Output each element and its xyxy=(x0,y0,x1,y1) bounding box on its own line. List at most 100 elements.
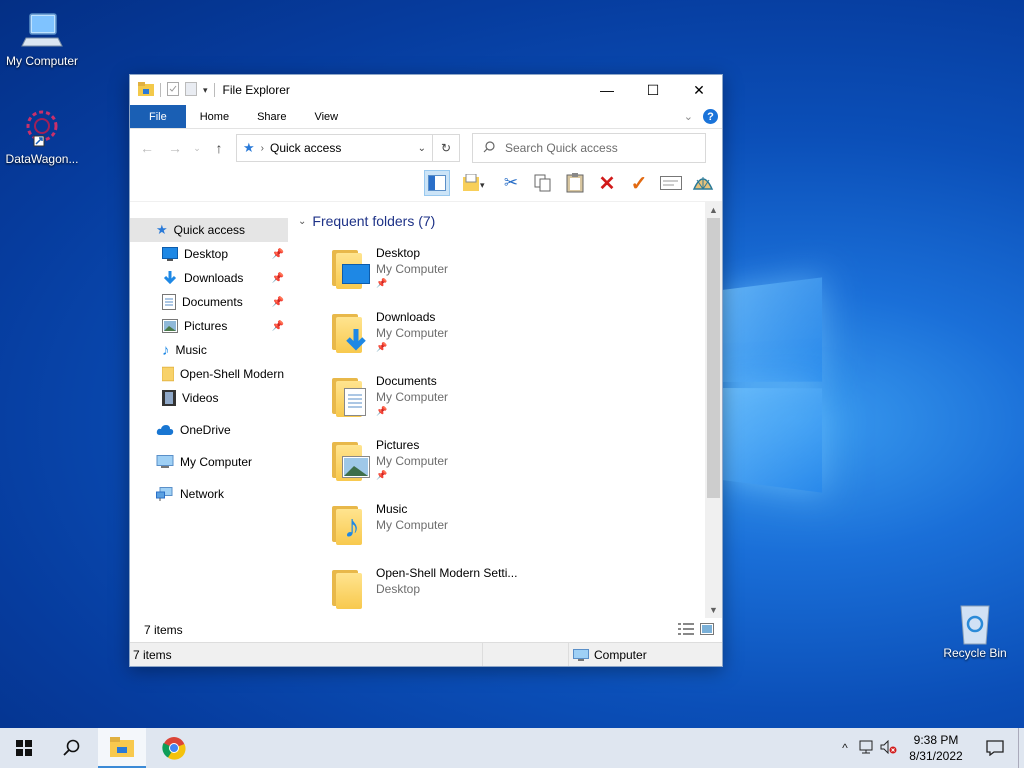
title-bar[interactable]: ▾ File Explorer — ☐ ✕ xyxy=(130,75,722,105)
scroll-up-arrow-icon[interactable]: ▲ xyxy=(705,205,722,215)
breadcrumb-location[interactable]: Quick access xyxy=(270,141,341,155)
open-shell-button[interactable] xyxy=(690,170,716,196)
properties-button[interactable] xyxy=(658,170,684,196)
desktop-icon-recycle-bin[interactable]: Recycle Bin xyxy=(933,600,1017,660)
paste-button[interactable] xyxy=(562,170,588,196)
address-dropdown-icon[interactable]: ⌄ xyxy=(418,143,426,154)
nav-item-label: Desktop xyxy=(184,247,229,261)
nav-item-documents[interactable]: Documents 📌 xyxy=(130,290,288,314)
refresh-button[interactable]: ↻ xyxy=(432,134,460,162)
search-icon xyxy=(63,739,80,756)
customize-qa-chevron-icon[interactable]: ▾ xyxy=(203,85,208,96)
nav-item-label: OneDrive xyxy=(180,423,231,437)
pictures-icon xyxy=(162,319,178,333)
expand-ribbon-chevron-icon[interactable]: ⌄ xyxy=(684,110,693,123)
properties-card-icon xyxy=(660,176,682,190)
pin-icon: 📌 xyxy=(376,278,388,288)
desktop-icon-my-computer[interactable]: My Computer xyxy=(0,8,84,68)
quick-access-star-icon: ★ xyxy=(243,140,255,155)
search-placeholder: Search Quick access xyxy=(505,141,618,155)
scrollbar-thumb[interactable] xyxy=(707,218,720,498)
search-button[interactable] xyxy=(48,728,96,768)
folder-location: Desktop xyxy=(376,582,421,596)
copy-button[interactable] xyxy=(530,170,556,196)
nav-item-onedrive[interactable]: OneDrive xyxy=(130,418,288,442)
delete-button[interactable]: ✕ xyxy=(594,170,620,196)
network-status-icon[interactable] xyxy=(856,740,878,757)
large-icons-view-icon[interactable] xyxy=(700,622,714,638)
chrome-icon xyxy=(162,737,186,760)
search-input[interactable]: Search Quick access xyxy=(472,133,706,163)
scroll-down-arrow-icon[interactable]: ▼ xyxy=(705,605,722,615)
pin-icon: 📌 xyxy=(271,272,284,284)
show-hidden-icons-chevron-icon[interactable]: ^ xyxy=(834,741,856,755)
clipboard-icon xyxy=(566,173,584,193)
minimize-button[interactable]: — xyxy=(584,75,630,105)
tab-view[interactable]: View xyxy=(300,105,352,128)
cloud-icon xyxy=(156,425,174,435)
nav-item-my-computer[interactable]: My Computer xyxy=(130,450,288,474)
nav-item-downloads[interactable]: Downloads 📌 xyxy=(130,266,288,290)
clock-time: 9:38 PM xyxy=(913,733,959,747)
details-view-icon[interactable] xyxy=(678,622,694,638)
navigation-pane-button[interactable] xyxy=(424,170,450,196)
nav-item-videos[interactable]: Videos xyxy=(130,386,288,410)
svg-text:▾: ▾ xyxy=(480,180,485,190)
nav-item-network[interactable]: Network xyxy=(130,482,288,506)
notification-center-button[interactable] xyxy=(972,740,1018,756)
folder-item-open-shell[interactable]: Open-Shell Modern Setti... Desktop xyxy=(298,560,722,624)
nav-item-music[interactable]: ♪ Music xyxy=(130,338,288,362)
desktop-icon-label: Recycle Bin xyxy=(943,646,1007,660)
nav-item-pictures[interactable]: Pictures 📌 xyxy=(130,314,288,338)
nav-item-desktop[interactable]: Desktop 📌 xyxy=(130,242,288,266)
tab-file[interactable]: File xyxy=(130,105,186,128)
desktop-icon-datawagon[interactable]: DataWagon... xyxy=(0,106,84,166)
open-shell-icon xyxy=(692,177,714,190)
clock[interactable]: 9:38 PM 8/31/2022 xyxy=(900,732,972,764)
address-field[interactable]: ★ › Quick access ⌄ xyxy=(236,134,433,162)
cut-button[interactable]: ✂ xyxy=(498,170,524,196)
content-pane: ⌄ Frequent folders (7) Desktop My Comput… xyxy=(288,202,722,618)
help-icon[interactable]: ? xyxy=(703,109,718,124)
taskbar-file-explorer[interactable] xyxy=(98,728,146,768)
show-desktop-button[interactable] xyxy=(1018,728,1024,768)
pin-icon: 📌 xyxy=(271,248,284,260)
folder-item-music[interactable]: ♪ Music My Computer xyxy=(298,496,722,560)
quick-access-star-icon: ★ xyxy=(156,222,168,237)
forward-arrow-icon[interactable]: → xyxy=(164,140,186,156)
new-folder-button[interactable]: ▾ xyxy=(456,170,492,196)
maximize-button[interactable]: ☐ xyxy=(630,75,676,105)
pin-icon: 📌 xyxy=(271,320,284,332)
windows-wallpaper-logo xyxy=(722,277,823,493)
nav-item-label: My Computer xyxy=(180,455,253,469)
properties-icon[interactable] xyxy=(167,81,179,99)
folder-item-downloads[interactable]: Downloads My Computer 📌 xyxy=(298,304,722,368)
nav-item-quick-access[interactable]: ★ Quick access xyxy=(130,218,288,242)
frequent-folders-header[interactable]: ⌄ Frequent folders (7) xyxy=(298,202,722,240)
vertical-scrollbar[interactable]: ▲ ▼ xyxy=(705,202,722,618)
close-button[interactable]: ✕ xyxy=(676,75,722,105)
file-explorer-window[interactable]: ▾ File Explorer — ☐ ✕ File Home Share Vi… xyxy=(129,74,723,667)
pin-icon: 📌 xyxy=(376,342,388,352)
recent-locations-chevron-icon[interactable]: ⌄ xyxy=(192,143,202,154)
volume-muted-icon[interactable] xyxy=(878,739,900,757)
folder-item-desktop[interactable]: Desktop My Computer 📌 xyxy=(298,240,722,304)
start-button[interactable] xyxy=(0,728,48,768)
delete-x-icon: ✕ xyxy=(598,172,616,195)
nav-item-open-shell-modern[interactable]: Open-Shell Modern xyxy=(130,362,288,386)
folder-item-documents[interactable]: Documents My Computer 📌 xyxy=(298,368,722,432)
new-folder-icon[interactable] xyxy=(185,81,197,99)
folder-name: Pictures xyxy=(376,438,420,452)
taskbar-chrome[interactable] xyxy=(150,728,198,768)
nav-item-label: Downloads xyxy=(184,271,244,285)
music-note-icon: ♪ xyxy=(162,341,170,359)
tab-share[interactable]: Share xyxy=(243,105,300,128)
rename-button[interactable]: ✓ xyxy=(626,170,652,196)
folder-item-pictures[interactable]: Pictures My Computer 📌 xyxy=(298,432,722,496)
search-icon xyxy=(483,140,495,156)
back-arrow-icon[interactable]: ← xyxy=(136,140,158,156)
folder-location: My Computer xyxy=(376,518,449,532)
tab-home[interactable]: Home xyxy=(186,105,243,128)
up-arrow-icon[interactable]: ↑ xyxy=(208,140,230,156)
status-item-count: 7 items xyxy=(133,647,172,662)
